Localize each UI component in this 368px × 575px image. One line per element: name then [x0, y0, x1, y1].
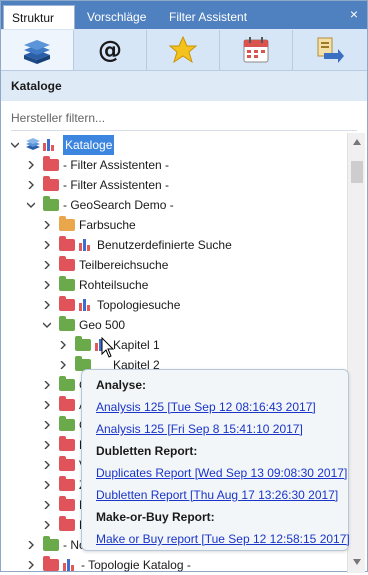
- tab-filter-assistent[interactable]: Filter Assistent: [161, 5, 255, 29]
- catalog-books-icon: [24, 40, 50, 64]
- tree-label: Rohteilsuche: [79, 278, 149, 292]
- duplicates-link[interactable]: Duplicates Report [Wed Sep 13 09:08:30 2…: [96, 466, 347, 480]
- chevron-right-icon[interactable]: [43, 301, 51, 309]
- manufacturer-filter-input[interactable]: Hersteller filtern...: [11, 105, 357, 131]
- chevron-right-icon[interactable]: [43, 281, 51, 289]
- tree-label: Topologiesuche: [97, 298, 181, 312]
- chevron-right-icon[interactable]: [43, 501, 51, 509]
- tree-label: - Filter Assistenten -: [63, 158, 170, 172]
- chevron-right-icon[interactable]: [27, 161, 35, 169]
- folder-icon: [59, 496, 75, 511]
- section-title: Kataloge: [1, 71, 367, 101]
- tree-label: Geo 500: [79, 318, 126, 332]
- tree-label: - Topologie Katalog -: [81, 558, 191, 572]
- folder-icon: [59, 276, 75, 291]
- at-sign-button[interactable]: @: [74, 30, 147, 70]
- scroll-up-icon[interactable]: [353, 139, 361, 145]
- calendar-icon: [243, 37, 269, 63]
- export-button[interactable]: [293, 30, 366, 70]
- chevron-right-icon[interactable]: [59, 341, 67, 349]
- folder-icon: [59, 296, 75, 311]
- tab-bar: Struktur Vorschläge Filter Assistent ×: [1, 1, 367, 30]
- folder-icon: [59, 416, 75, 431]
- analyse-heading: Analyse:: [96, 378, 147, 392]
- tree-node-root[interactable]: Kataloge: [1, 135, 341, 155]
- dubletten-heading: Dubletten Report:: [96, 444, 198, 458]
- calendar-button[interactable]: [220, 30, 293, 70]
- close-icon[interactable]: ×: [347, 7, 361, 21]
- chevron-right-icon[interactable]: [43, 221, 51, 229]
- chevron-right-icon[interactable]: [27, 541, 35, 549]
- chevron-down-icon[interactable]: [43, 321, 51, 329]
- chevron-right-icon[interactable]: [43, 521, 51, 529]
- folder-icon: [59, 436, 75, 451]
- folder-icon: [75, 336, 91, 351]
- folder-icon: [43, 556, 59, 571]
- folder-icon: [43, 536, 59, 551]
- chevron-right-icon[interactable]: [43, 381, 51, 389]
- tab-struktur[interactable]: Struktur: [3, 5, 75, 30]
- at-sign-icon: @: [98, 36, 122, 64]
- tree-label: Kapitel 1: [113, 338, 160, 352]
- duplicates-link[interactable]: Dubletten Report [Thu Aug 17 13:26:30 20…: [96, 488, 338, 502]
- star-icon: [168, 35, 198, 64]
- chevron-right-icon[interactable]: [27, 181, 35, 189]
- make-or-buy-heading: Make-or-Buy Report:: [96, 510, 215, 524]
- chevron-right-icon[interactable]: [27, 561, 35, 569]
- tree-label: Kataloge: [63, 135, 115, 155]
- tree-label: Farbsuche: [79, 218, 136, 232]
- icon-toolbar: @: [1, 29, 367, 71]
- tree-label: - Filter Assistenten -: [63, 178, 170, 192]
- tree-label: Teilbereichsuche: [79, 258, 169, 272]
- chevron-right-icon[interactable]: [43, 261, 51, 269]
- folder-icon: [59, 216, 75, 231]
- make-or-buy-link[interactable]: Make or Buy report [Tue Sep 12 12:58:15 …: [96, 532, 350, 546]
- folder-icon: [59, 456, 75, 471]
- folder-icon: [59, 476, 75, 491]
- scroll-thumb[interactable]: [351, 161, 363, 183]
- folder-icon: [59, 516, 75, 531]
- folder-open-icon: [59, 316, 75, 331]
- export-icon: [317, 37, 344, 63]
- folder-icon: [59, 376, 75, 391]
- folder-icon: [43, 176, 59, 191]
- chevron-right-icon[interactable]: [43, 441, 51, 449]
- catalog-books-icon: [26, 138, 40, 150]
- chevron-down-icon[interactable]: [27, 201, 35, 209]
- chevron-right-icon[interactable]: [43, 421, 51, 429]
- bar-chart-icon: [79, 299, 93, 311]
- svg-text:@: @: [98, 36, 122, 64]
- chevron-right-icon[interactable]: [43, 461, 51, 469]
- folder-icon: [43, 156, 59, 171]
- chevron-down-icon[interactable]: [11, 141, 19, 149]
- analysis-link[interactable]: Analysis 125 [Fri Sep 8 15:41:10 2017]: [96, 422, 303, 436]
- folder-icon: [59, 236, 75, 251]
- bar-chart-icon: [79, 239, 93, 251]
- bar-chart-icon: [43, 139, 57, 151]
- catalog-books-button[interactable]: [1, 30, 74, 70]
- tree-scrollbar[interactable]: [347, 133, 365, 573]
- chevron-right-icon[interactable]: [43, 481, 51, 489]
- folder-open-icon: [43, 196, 59, 211]
- folder-icon: [59, 256, 75, 271]
- mouse-cursor-icon: [101, 337, 115, 358]
- chevron-right-icon[interactable]: [43, 241, 51, 249]
- folder-icon: [59, 396, 75, 411]
- star-button[interactable]: [147, 30, 220, 70]
- chevron-right-icon[interactable]: [43, 401, 51, 409]
- scroll-down-icon[interactable]: [353, 559, 361, 565]
- tab-vorschlaege[interactable]: Vorschläge: [79, 5, 154, 29]
- analysis-link[interactable]: Analysis 125 [Tue Sep 12 08:16:43 2017]: [96, 400, 316, 414]
- chevron-right-icon[interactable]: [59, 361, 67, 369]
- bar-chart-icon: [63, 559, 77, 571]
- reports-tooltip: Analyse: Analysis 125 [Tue Sep 12 08:16:…: [81, 369, 350, 551]
- tree-label: - GeoSearch Demo -: [63, 198, 174, 212]
- tree-label: Benutzerdefinierte Suche: [97, 238, 232, 252]
- catalog-panel: Struktur Vorschläge Filter Assistent × @: [0, 0, 368, 573]
